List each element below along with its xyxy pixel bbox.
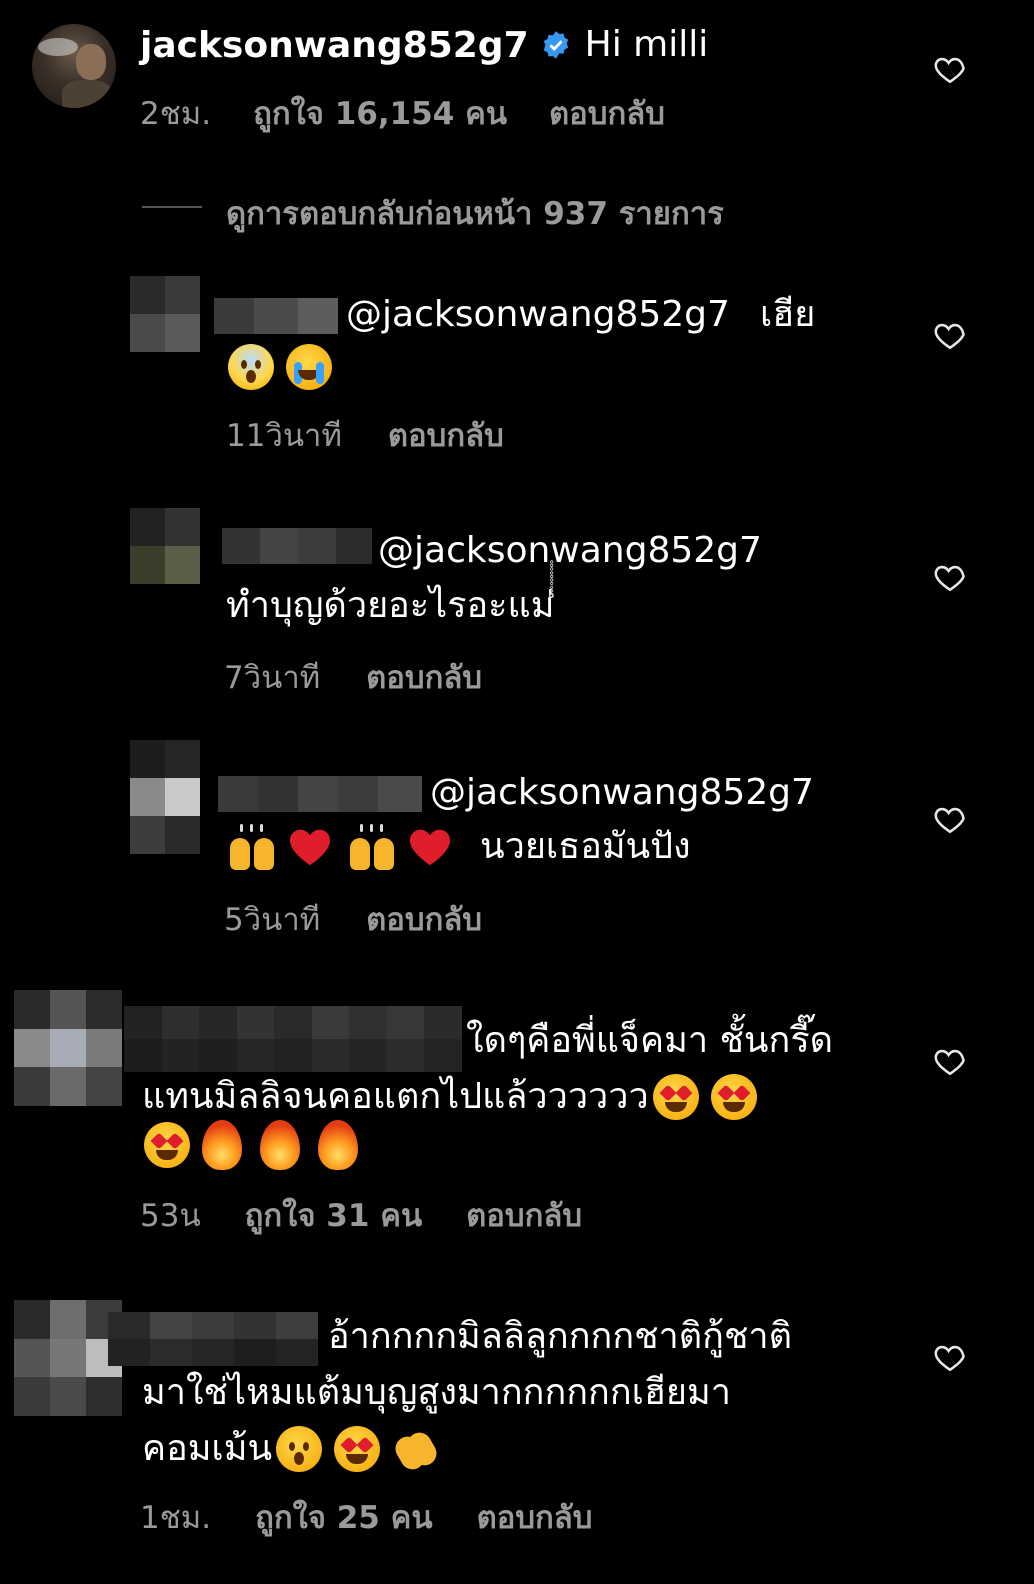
verified-badge-icon <box>541 30 571 60</box>
reply-button[interactable]: ตอบกลับ <box>466 1190 582 1240</box>
combining-marks: ํํํํํํํํํํ <box>554 592 557 617</box>
heart-eyes-emoji-icon <box>334 1426 381 1472</box>
avatar[interactable] <box>130 276 200 352</box>
comment-text-line: แทนมิลลิจนคอแตกไปแล้วววววว <box>142 1070 769 1124</box>
fire-emoji-icon <box>318 1120 358 1170</box>
likes-count[interactable]: ถูกใจ 25 คน <box>255 1492 433 1542</box>
comment-meta: 7วินาที ตอบกลับ <box>224 652 482 702</box>
comment-text: แทนมิลลิจนคอแตกไปแล้วววววว <box>142 1076 649 1117</box>
clapping-hands-emoji-icon <box>391 1426 441 1474</box>
crying-emoji-icon <box>286 344 332 390</box>
blurred-username[interactable] <box>124 1006 462 1072</box>
timestamp: 2ชม. <box>140 96 212 132</box>
heart-outline-icon[interactable] <box>933 1044 967 1078</box>
timestamp: 11วินาที <box>226 418 342 454</box>
avatar[interactable] <box>130 508 200 584</box>
heart-eyes-emoji-icon <box>710 1074 757 1120</box>
reply-button[interactable]: ตอบกลับ <box>549 88 665 138</box>
comment-text: Hi milli <box>584 24 709 65</box>
reply-text: เฮีย <box>760 294 816 335</box>
comment-text: มาใช่ไหมแต้มบุญสูงมากกกกกกเฮียมา <box>142 1372 731 1413</box>
reply-button[interactable]: ตอบกลับ <box>477 1492 593 1542</box>
comment-meta: 2ชม. ถูกใจ 16,154 คน ตอบกลับ <box>140 88 665 138</box>
fire-emoji-icon <box>202 1120 242 1170</box>
divider <box>142 206 202 208</box>
top-comment-header: jacksonwang852g7 Hi milli <box>140 20 708 70</box>
scream-emoji-icon <box>228 344 274 390</box>
blurred-username[interactable] <box>214 298 338 334</box>
reply-button[interactable]: ตอบกลับ <box>366 894 482 944</box>
avatar[interactable] <box>14 990 122 1106</box>
heart-outline-icon[interactable] <box>933 560 967 594</box>
blurred-username[interactable] <box>222 528 372 564</box>
reply-text-line: นวยเธอมันปัง <box>226 820 691 874</box>
red-heart-emoji-icon <box>408 827 452 867</box>
reply-button[interactable]: ตอบกลับ <box>366 652 482 702</box>
surprised-emoji-icon <box>276 1426 323 1472</box>
blurred-username[interactable] <box>218 776 422 812</box>
timestamp: 5วินาที <box>224 902 321 938</box>
heart-eyes-emoji-icon <box>652 1074 699 1120</box>
avatar[interactable] <box>14 1300 122 1416</box>
emoji-row <box>144 1120 376 1170</box>
avatar[interactable] <box>32 24 116 108</box>
reply-button[interactable]: ตอบกลับ <box>388 410 504 460</box>
reply-mention[interactable]: @jacksonwang852g7 <box>430 766 814 820</box>
fire-emoji-icon <box>260 1120 300 1170</box>
timestamp: 53น <box>140 1198 201 1234</box>
reply-text-line: ทำบุญด้วยอะไรอะแม่ํํํํํํํํํํ <box>226 578 556 633</box>
heart-outline-icon[interactable] <box>933 1340 967 1374</box>
comment-text-line: คอมเม้น <box>142 1422 441 1476</box>
username[interactable]: jacksonwang852g7 <box>140 25 529 66</box>
comment-meta: 11วินาที ตอบกลับ <box>226 410 504 460</box>
heart-outline-icon[interactable] <box>933 318 967 352</box>
heart-eyes-emoji-icon <box>144 1122 190 1168</box>
comment-meta: 5วินาที ตอบกลับ <box>224 894 482 944</box>
blurred-username[interactable] <box>108 1312 318 1366</box>
comment-meta: 1ชม. ถูกใจ 25 คน ตอบกลับ <box>140 1492 592 1542</box>
reply-text: ทำบุญด้วยอะไรอะแม่ <box>226 585 555 626</box>
heart-outline-icon[interactable] <box>933 52 967 86</box>
comment-text: อ้ากกกกมิลลิลูกกกกชาติกู้ชาติ <box>328 1316 792 1357</box>
likes-count[interactable]: ถูกใจ 16,154 คน <box>253 88 507 138</box>
reply-mention[interactable]: @jacksonwang852g7 <box>378 524 762 578</box>
reply-mention[interactable]: @jacksonwang852g7 <box>346 288 730 342</box>
raised-hands-emoji-icon <box>226 824 278 870</box>
reply-text: นวยเธอมันปัง <box>480 826 691 867</box>
view-previous-replies[interactable]: ดูการตอบกลับก่อนหน้า 937 รายการ <box>226 188 724 238</box>
heart-outline-icon[interactable] <box>933 802 967 836</box>
avatar[interactable] <box>130 740 200 854</box>
emoji-row <box>228 344 344 390</box>
comment-text: คอมเม้น <box>142 1428 273 1469</box>
raised-hands-emoji-icon <box>346 824 398 870</box>
timestamp: 1ชม. <box>140 1500 212 1536</box>
timestamp: 7วินาที <box>224 660 321 696</box>
comment-text: ใดๆคือพี่แจ็คมา ชั้นกรี๊ด <box>466 1020 834 1061</box>
comment-meta: 53น ถูกใจ 31 คน ตอบกลับ <box>140 1190 582 1240</box>
likes-count[interactable]: ถูกใจ 31 คน <box>245 1190 423 1240</box>
red-heart-emoji-icon <box>288 827 332 867</box>
